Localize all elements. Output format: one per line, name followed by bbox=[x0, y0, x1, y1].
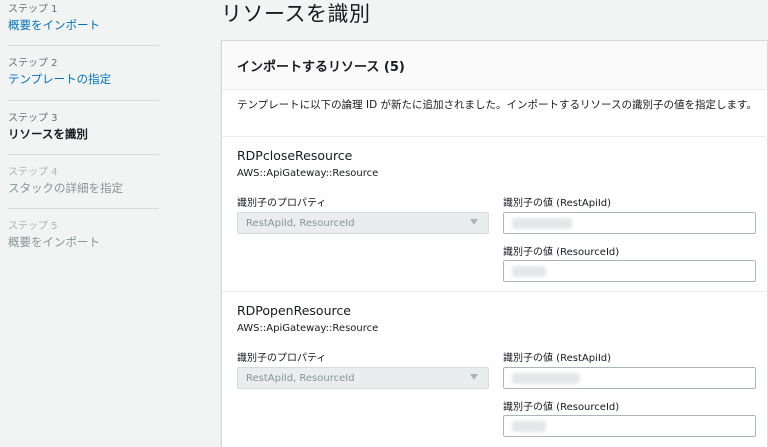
identifier-property-label: 識別子のプロパティ bbox=[237, 198, 327, 209]
identifier-property-label: 識別子のプロパティ bbox=[237, 353, 327, 364]
step-link-specify-template[interactable]: テンプレートの指定 bbox=[8, 72, 160, 87]
resource-id-label: 識別子の値 (ResourceId) bbox=[503, 402, 620, 413]
resource-id-input[interactable] bbox=[503, 260, 756, 282]
step-divider bbox=[8, 45, 159, 46]
step-label-review-import: 概要をインポート bbox=[8, 235, 100, 249]
rest-api-id-label: 識別子の値 (RestApiId) bbox=[503, 353, 612, 364]
resource-id-label: 識別子の値 (ResourceId) bbox=[503, 247, 620, 258]
step-number: ステップ 2 bbox=[8, 58, 58, 69]
step-number: ステップ 5 bbox=[8, 221, 58, 232]
panel-title: インポートするリソース (5) bbox=[222, 41, 767, 90]
resources-panel: インポートするリソース (5) テンプレートに以下の論理 ID が新たに追加され… bbox=[221, 40, 768, 447]
identifier-property-select: RestApiId, ResourceId bbox=[237, 212, 489, 234]
resource-name: RDPopenResource bbox=[237, 303, 351, 318]
redacted-value bbox=[512, 218, 572, 229]
step-link-import-overview[interactable]: 概要をインポート bbox=[8, 18, 160, 33]
redacted-value bbox=[512, 373, 580, 384]
step-5: ステップ 5 概要をインポート bbox=[8, 221, 160, 250]
step-label-stack-details: スタックの詳細を指定 bbox=[8, 181, 123, 195]
step-label-identify-resources: リソースを識別 bbox=[8, 127, 88, 141]
step-divider bbox=[8, 154, 159, 155]
select-value: RestApiId, ResourceId bbox=[246, 373, 355, 384]
wizard-sidebar: ステップ 1 概要をインポート ステップ 2 テンプレートの指定 ステップ 3 … bbox=[0, 0, 170, 447]
step-4: ステップ 4 スタックの詳細を指定 bbox=[8, 167, 160, 196]
caret-down-icon bbox=[470, 374, 478, 380]
select-value: RestApiId, ResourceId bbox=[246, 218, 355, 229]
step-number: ステップ 1 bbox=[8, 4, 58, 15]
page-title: リソースを識別 bbox=[221, 2, 371, 26]
panel-description: テンプレートに以下の論理 ID が新たに追加されました。インポートするリソースの… bbox=[237, 99, 757, 111]
redacted-value bbox=[512, 421, 546, 432]
rest-api-id-input[interactable] bbox=[503, 367, 756, 389]
resource-id-input[interactable] bbox=[503, 415, 756, 437]
rest-api-id-input[interactable] bbox=[503, 212, 756, 234]
step-3: ステップ 3 リソースを識別 bbox=[8, 113, 160, 142]
step-number: ステップ 4 bbox=[8, 167, 58, 178]
redacted-value bbox=[512, 266, 546, 277]
resource-type: AWS::ApiGateway::Resource bbox=[237, 323, 379, 334]
step-number: ステップ 3 bbox=[8, 113, 58, 124]
identifier-property-select: RestApiId, ResourceId bbox=[237, 367, 489, 389]
step-divider bbox=[8, 100, 159, 101]
resource-divider bbox=[222, 291, 768, 292]
resource-name: RDPcloseResource bbox=[237, 148, 353, 163]
step-divider bbox=[8, 208, 159, 209]
resource-type: AWS::ApiGateway::Resource bbox=[237, 168, 379, 179]
step-2[interactable]: ステップ 2 テンプレートの指定 bbox=[8, 58, 160, 87]
step-1[interactable]: ステップ 1 概要をインポート bbox=[8, 4, 160, 33]
caret-down-icon bbox=[470, 219, 478, 225]
rest-api-id-label: 識別子の値 (RestApiId) bbox=[503, 198, 612, 209]
resource-divider bbox=[222, 136, 768, 137]
